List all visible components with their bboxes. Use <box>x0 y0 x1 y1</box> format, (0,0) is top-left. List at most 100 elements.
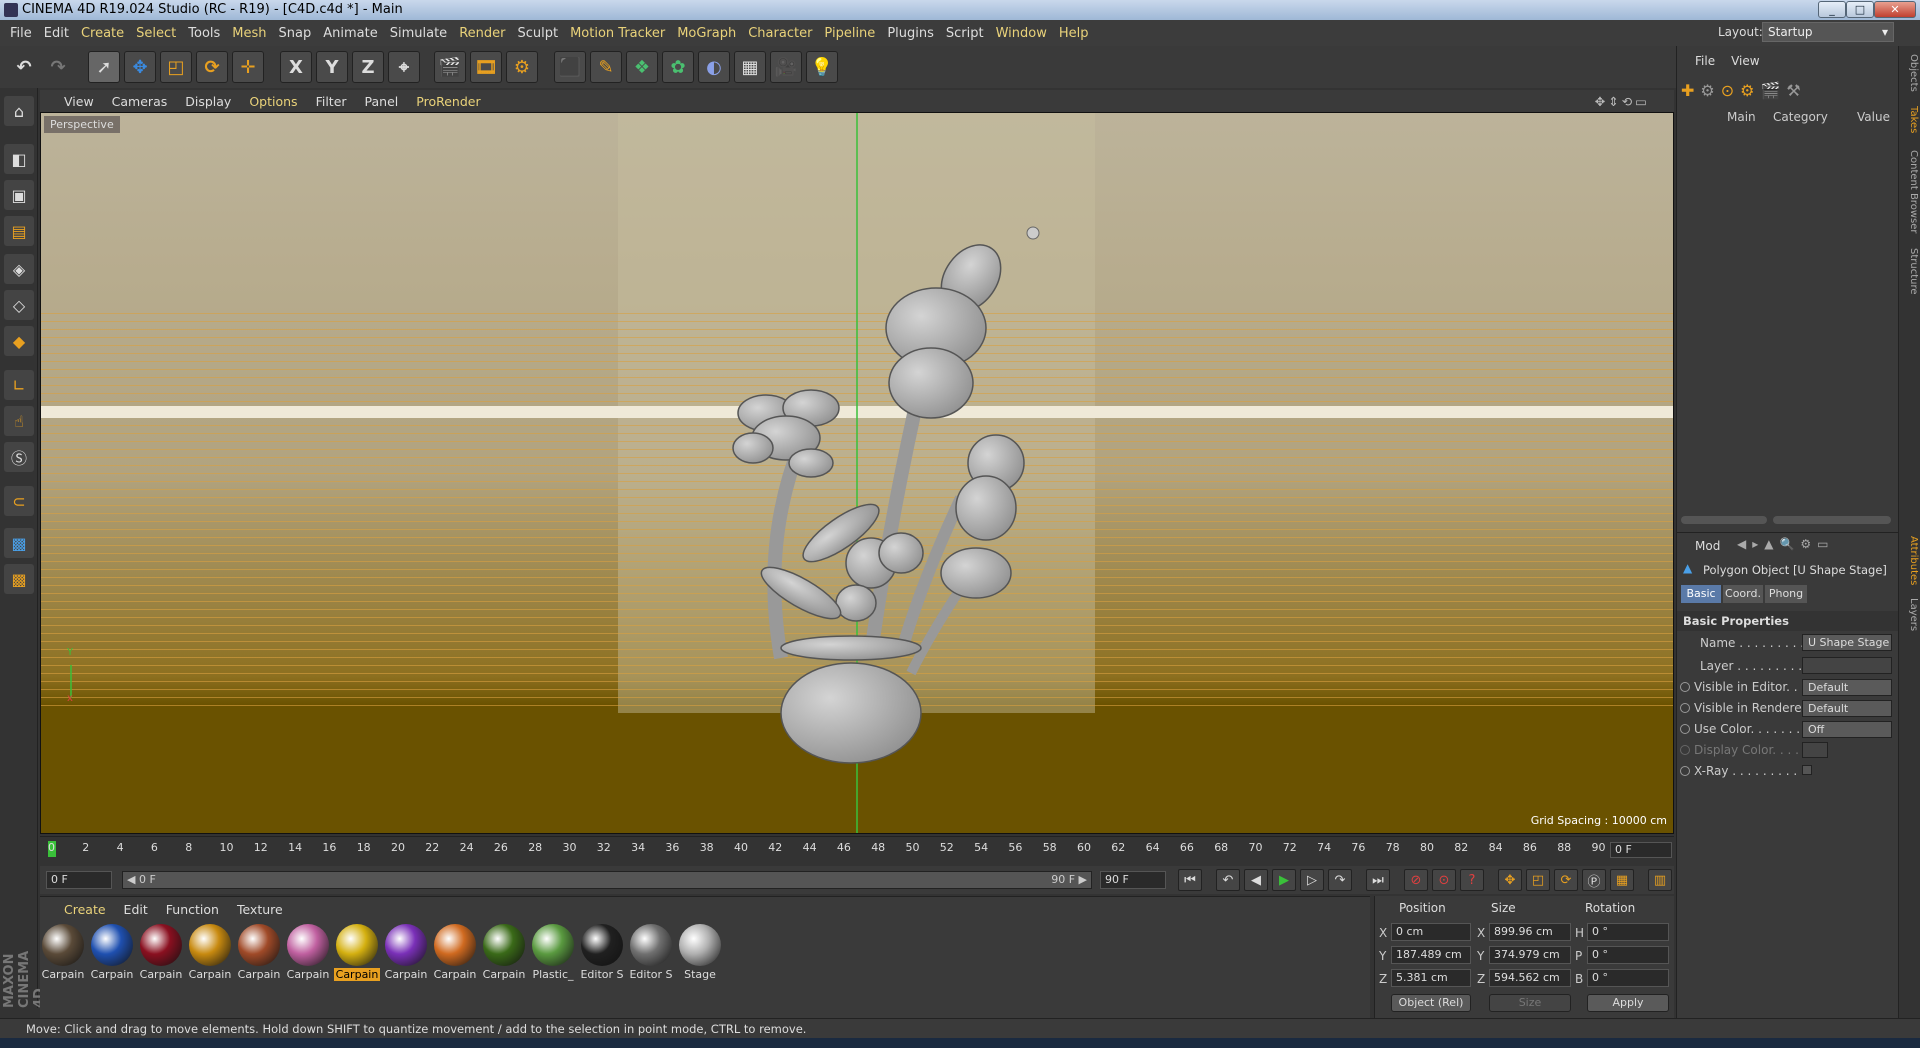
side-tab-attributes[interactable]: Attributes <box>1901 536 1919 585</box>
takes-scrollbar-left[interactable] <box>1681 516 1767 524</box>
menu-motion-tracker[interactable]: Motion Tracker <box>570 26 665 41</box>
display-color-swatch[interactable] <box>1802 742 1828 758</box>
array-icon[interactable]: ✿ <box>662 51 694 83</box>
material-swatch[interactable]: Carpain <box>187 924 233 986</box>
key-rotation-icon[interactable]: ⟳ <box>1554 869 1578 891</box>
next-key-icon[interactable]: ↷ <box>1328 869 1352 891</box>
tab-basic[interactable]: Basic <box>1681 585 1721 603</box>
side-tab-takes[interactable]: Takes <box>1901 106 1919 133</box>
material-menu-edit[interactable]: Edit <box>124 902 148 917</box>
cube-icon[interactable]: ⬛ <box>554 51 586 83</box>
menu-create[interactable]: Create <box>81 26 124 41</box>
menu-mesh[interactable]: Mesh <box>232 26 266 41</box>
menu-render[interactable]: Render <box>459 26 505 41</box>
prev-frame-icon[interactable]: ◀ <box>1244 869 1268 891</box>
size-y-field[interactable]: 374.979 cm <box>1489 946 1571 964</box>
camera-icon[interactable]: 🎥 <box>770 51 802 83</box>
material-swatch[interactable]: Carpain <box>383 924 429 986</box>
deformer-icon[interactable]: ◐ <box>698 51 730 83</box>
side-tab-objects[interactable]: Objects <box>1901 54 1919 92</box>
timeline-layout-icon[interactable]: ▥ <box>1648 869 1672 891</box>
coordinate-system-icon[interactable]: ⌖ <box>388 51 420 83</box>
viewport-menu-view[interactable]: View <box>64 94 94 109</box>
pos-z-field[interactable]: 5.381 cm <box>1391 969 1471 987</box>
viewport-menu-prorender[interactable]: ProRender <box>416 94 480 109</box>
menu-animate[interactable]: Animate <box>323 26 377 41</box>
viewport-menu-filter[interactable]: Filter <box>316 94 347 109</box>
edit-mode-icon[interactable]: ⌂ <box>4 96 34 126</box>
menu-mograph[interactable]: MoGraph <box>677 26 736 41</box>
material-swatch[interactable]: Carpain <box>89 924 135 986</box>
pen-spline-icon[interactable]: ✎ <box>590 51 622 83</box>
record-icon[interactable]: ⊘ <box>1404 869 1428 891</box>
object-menu-file[interactable]: File <box>1695 54 1715 68</box>
take-group-icon[interactable]: ⚙ <box>1740 81 1754 100</box>
undo-icon[interactable]: ↶ <box>8 51 40 83</box>
material-swatch[interactable]: Carpain <box>40 924 86 986</box>
material-swatch[interactable]: Carpain <box>285 924 331 986</box>
locked-workplane-icon[interactable]: ▩ <box>4 528 34 558</box>
menu-character[interactable]: Character <box>748 26 812 41</box>
material-swatch[interactable]: Carpain <box>334 924 380 986</box>
attr-visible-editor-select[interactable]: Default <box>1802 679 1892 696</box>
viewport-menu-options[interactable]: Options <box>249 94 297 109</box>
next-frame-icon[interactable]: ▷ <box>1300 869 1324 891</box>
menu-snap[interactable]: Snap <box>279 26 312 41</box>
takes-scrollbar-right[interactable] <box>1773 516 1891 524</box>
scale-icon[interactable]: ◰ <box>160 51 192 83</box>
viewport-menu-panel[interactable]: Panel <box>365 94 399 109</box>
material-swatch[interactable]: Editor S <box>628 924 674 986</box>
attr-name-field[interactable]: U Shape Stage <box>1802 634 1892 651</box>
material-swatch[interactable]: Stage <box>677 924 723 986</box>
menu-plugins[interactable]: Plugins <box>887 26 934 41</box>
y-axis-button[interactable]: Y <box>316 51 348 83</box>
go-to-start-icon[interactable]: ⏮ <box>1178 869 1202 891</box>
animate-radio-icon[interactable] <box>1680 703 1690 713</box>
texture-mode-icon[interactable]: ▣ <box>4 180 34 210</box>
menu-window[interactable]: Window <box>996 26 1047 41</box>
apply-button[interactable]: Apply <box>1587 994 1669 1012</box>
menu-tools[interactable]: Tools <box>188 26 220 41</box>
maximize-button[interactable]: □ <box>1846 1 1874 18</box>
material-menu-texture[interactable]: Texture <box>237 902 283 917</box>
material-menu-function[interactable]: Function <box>166 902 219 917</box>
menu-sculpt[interactable]: Sculpt <box>517 26 558 41</box>
rotate-icon[interactable]: ⟳ <box>196 51 228 83</box>
pos-y-field[interactable]: 187.489 cm <box>1391 946 1471 964</box>
viewport-nav-icons[interactable]: ✥⇕⟲▭ <box>1595 94 1650 109</box>
material-swatch[interactable]: Carpain <box>481 924 527 986</box>
object-menu-view[interactable]: View <box>1731 54 1759 68</box>
menu-help[interactable]: Help <box>1059 26 1089 41</box>
take-clone-icon[interactable]: ⚙ <box>1700 81 1714 100</box>
material-menu-create[interactable]: Create <box>64 902 106 917</box>
floor-icon[interactable]: ▦ <box>734 51 766 83</box>
animate-radio-icon[interactable] <box>1680 682 1690 692</box>
animate-radio-icon[interactable] <box>1680 766 1690 776</box>
menu-file[interactable]: File <box>10 26 32 41</box>
pos-x-field[interactable]: 0 cm <box>1391 923 1471 941</box>
perspective-viewport[interactable]: Perspective Y x Grid Spacing : 10000 cm <box>40 112 1674 834</box>
take-add-icon[interactable]: ✚ <box>1681 81 1694 100</box>
model-mode-icon[interactable]: ◧ <box>4 144 34 174</box>
side-tab-structure[interactable]: Structure <box>1901 248 1919 295</box>
redo-icon[interactable]: ↷ <box>42 51 74 83</box>
menu-select[interactable]: Select <box>136 26 176 41</box>
prev-key-icon[interactable]: ↶ <box>1216 869 1240 891</box>
layout-select[interactable]: Startup ▾ <box>1762 22 1894 42</box>
attr-visible-renderer-select[interactable]: Default <box>1802 700 1892 717</box>
key-scale-icon[interactable]: ◰ <box>1526 869 1550 891</box>
polygons-mode-icon[interactable]: ◆ <box>4 326 34 356</box>
autokey-icon[interactable]: ⊙ <box>1432 869 1456 891</box>
rot-b-field[interactable]: 0 ° <box>1587 969 1669 987</box>
menu-simulate[interactable]: Simulate <box>390 26 447 41</box>
attr-layer-field[interactable] <box>1802 657 1892 674</box>
minimize-button[interactable]: _ <box>1818 1 1846 18</box>
key-parameter-icon[interactable]: Ⓟ <box>1582 869 1606 891</box>
take-render-icon[interactable]: 🎬 <box>1761 81 1781 100</box>
viewport-menu-display[interactable]: Display <box>185 94 231 109</box>
menu-edit[interactable]: Edit <box>44 26 69 41</box>
snap-icon[interactable]: ⊂ <box>4 486 34 516</box>
rot-p-field[interactable]: 0 ° <box>1587 946 1669 964</box>
material-swatch[interactable]: Plastic_ <box>530 924 576 986</box>
key-pla-icon[interactable]: ▦ <box>1610 869 1634 891</box>
